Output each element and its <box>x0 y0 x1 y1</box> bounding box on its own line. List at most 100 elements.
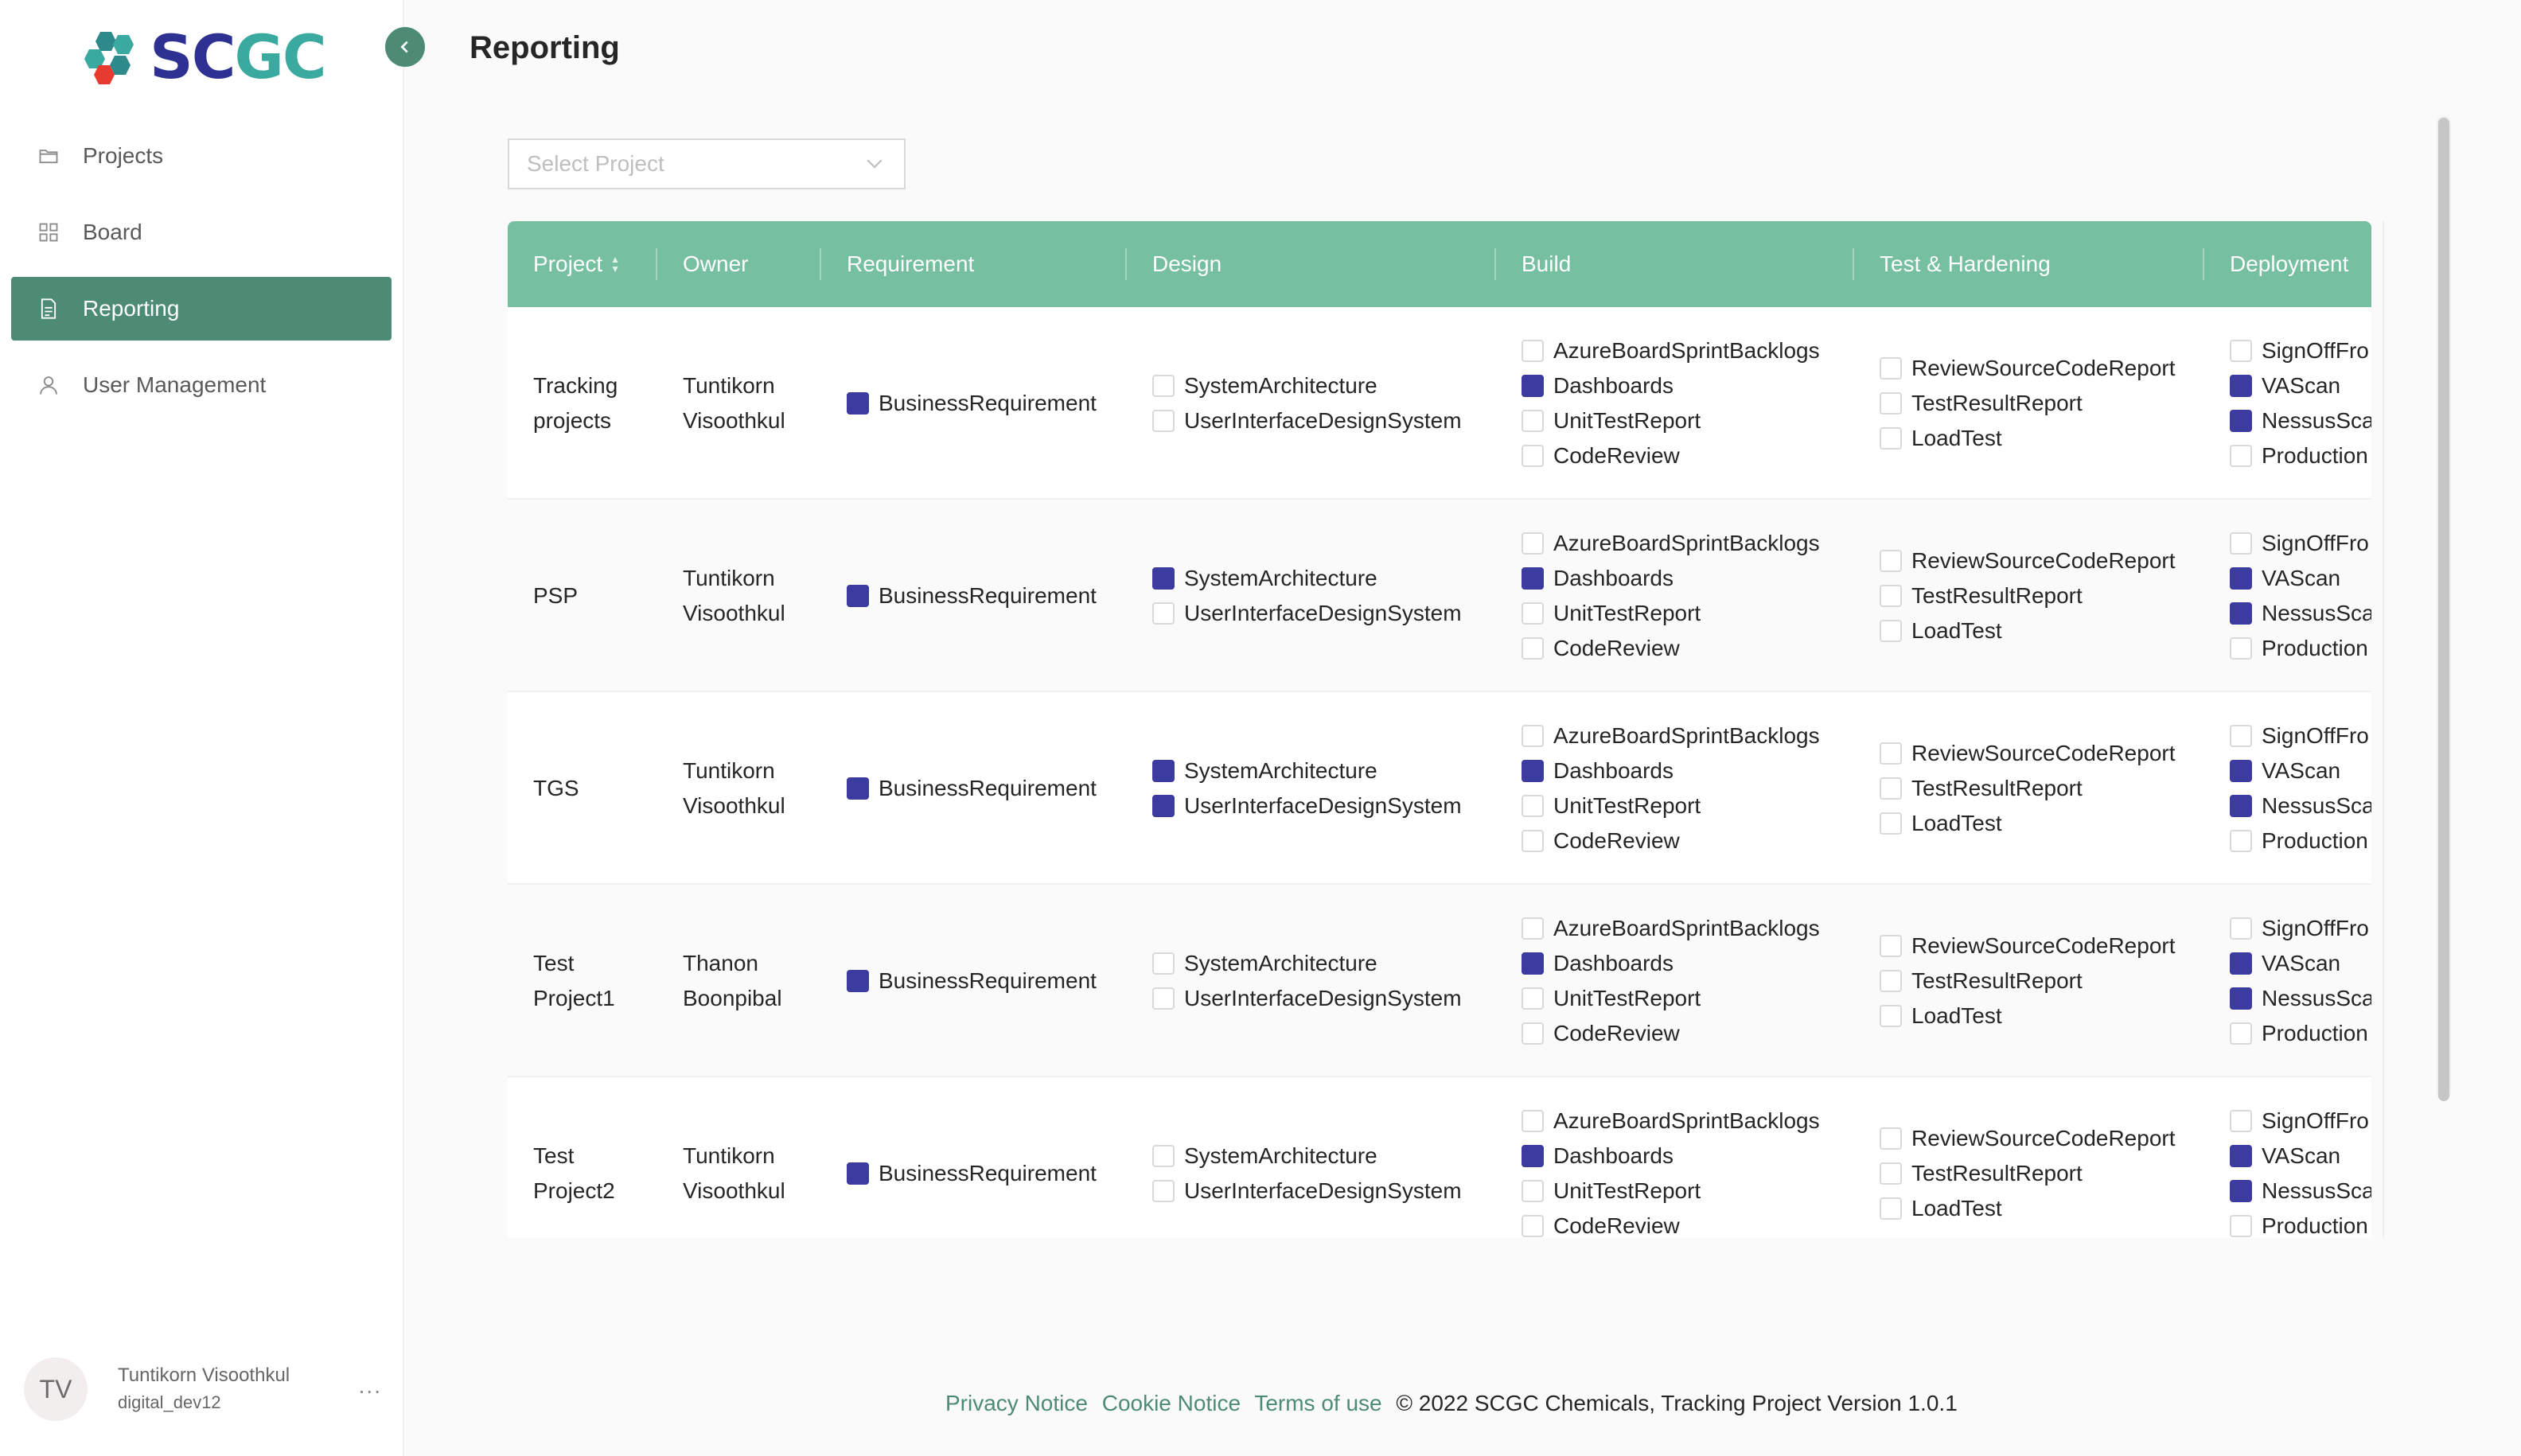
checkbox-unchecked[interactable] <box>1880 585 1902 607</box>
checkbox-checked[interactable] <box>2230 410 2252 432</box>
checkbox-item[interactable]: NessusSca <box>2230 596 2371 631</box>
checkbox-item[interactable]: TestResultReport <box>1880 964 2214 999</box>
checkbox-item[interactable]: TestResultReport <box>1880 771 2214 806</box>
checkbox-item[interactable]: AzureBoardSprintBacklogs <box>1522 911 1856 946</box>
sidebar-item-user-management[interactable]: User Management <box>11 353 392 417</box>
checkbox-item[interactable]: SystemArchitecture <box>1152 368 1502 403</box>
checkbox-item[interactable]: VAScan <box>2230 561 2371 596</box>
checkbox-unchecked[interactable] <box>1880 970 1902 992</box>
checkbox-item[interactable]: SystemArchitecture <box>1152 753 1502 788</box>
checkbox-unchecked[interactable] <box>1522 987 1544 1010</box>
checkbox-unchecked[interactable] <box>1522 917 1544 940</box>
checkbox-item[interactable]: CodeReview <box>1522 631 1856 666</box>
terms-of-use-link[interactable]: Terms of use <box>1254 1391 1381 1415</box>
checkbox-item[interactable]: UnitTestReport <box>1522 596 1856 631</box>
checkbox-checked[interactable] <box>847 392 869 415</box>
checkbox-item[interactable]: UserInterfaceDesignSystem <box>1152 596 1502 631</box>
checkbox-item[interactable]: CodeReview <box>1522 823 1856 858</box>
checkbox-item[interactable]: Dashboards <box>1522 561 1856 596</box>
checkbox-checked[interactable] <box>1522 1145 1544 1167</box>
checkbox-unchecked[interactable] <box>2230 917 2252 940</box>
checkbox-unchecked[interactable] <box>1522 1022 1544 1045</box>
checkbox-checked[interactable] <box>2230 375 2252 397</box>
checkbox-item[interactable]: UserInterfaceDesignSystem <box>1152 1174 1502 1209</box>
checkbox-unchecked[interactable] <box>1522 340 1544 362</box>
checkbox-unchecked[interactable] <box>2230 532 2252 555</box>
checkbox-item[interactable]: Production <box>2230 1016 2371 1051</box>
checkbox-item[interactable]: TestResultReport <box>1880 1156 2214 1191</box>
checkbox-item[interactable]: BusinessRequirement <box>847 578 1133 613</box>
checkbox-unchecked[interactable] <box>1880 620 1902 642</box>
checkbox-checked[interactable] <box>2230 1145 2252 1167</box>
checkbox-checked[interactable] <box>1522 375 1544 397</box>
checkbox-item[interactable]: VAScan <box>2230 368 2371 403</box>
checkbox-checked[interactable] <box>1522 952 1544 975</box>
checkbox-item[interactable]: SystemArchitecture <box>1152 1139 1502 1174</box>
checkbox-checked[interactable] <box>1152 795 1175 817</box>
checkbox-item[interactable]: Dashboards <box>1522 1139 1856 1174</box>
checkbox-checked[interactable] <box>1152 567 1175 590</box>
checkbox-item[interactable]: LoadTest <box>1880 421 2214 456</box>
checkbox-item[interactable]: TestResultReport <box>1880 578 2214 613</box>
checkbox-item[interactable]: UserInterfaceDesignSystem <box>1152 981 1502 1016</box>
checkbox-unchecked[interactable] <box>1152 410 1175 432</box>
checkbox-item[interactable]: NessusSca <box>2230 788 2371 823</box>
checkbox-item[interactable]: NessusSca <box>2230 981 2371 1016</box>
checkbox-unchecked[interactable] <box>2230 1110 2252 1132</box>
checkbox-unchecked[interactable] <box>1522 795 1544 817</box>
checkbox-checked[interactable] <box>1522 567 1544 590</box>
checkbox-unchecked[interactable] <box>1522 725 1544 747</box>
checkbox-item[interactable]: CodeReview <box>1522 1209 1856 1238</box>
checkbox-item[interactable]: NessusSca <box>2230 403 2371 438</box>
checkbox-unchecked[interactable] <box>1880 550 1902 572</box>
scgc-logo[interactable]: SCGC <box>83 27 327 88</box>
checkbox-item[interactable]: SignOffFro <box>2230 526 2371 561</box>
checkbox-unchecked[interactable] <box>1880 935 1902 957</box>
checkbox-unchecked[interactable] <box>1880 1162 1902 1185</box>
checkbox-unchecked[interactable] <box>1152 375 1175 397</box>
checkbox-checked[interactable] <box>2230 987 2252 1010</box>
checkbox-item[interactable]: UnitTestReport <box>1522 1174 1856 1209</box>
checkbox-unchecked[interactable] <box>1522 410 1544 432</box>
checkbox-checked[interactable] <box>2230 567 2252 590</box>
checkbox-unchecked[interactable] <box>1880 392 1902 415</box>
checkbox-checked[interactable] <box>2230 952 2252 975</box>
checkbox-item[interactable]: Dashboards <box>1522 753 1856 788</box>
checkbox-item[interactable]: LoadTest <box>1880 1191 2214 1226</box>
checkbox-unchecked[interactable] <box>1880 1127 1902 1150</box>
checkbox-unchecked[interactable] <box>2230 830 2252 852</box>
checkbox-unchecked[interactable] <box>1522 1180 1544 1202</box>
checkbox-item[interactable]: ReviewSourceCodeReport <box>1880 351 2214 386</box>
checkbox-item[interactable]: SignOffFro <box>2230 333 2371 368</box>
checkbox-unchecked[interactable] <box>1152 602 1175 625</box>
checkbox-item[interactable]: CodeReview <box>1522 1016 1856 1051</box>
checkbox-item[interactable]: TestResultReport <box>1880 386 2214 421</box>
checkbox-checked[interactable] <box>2230 602 2252 625</box>
checkbox-unchecked[interactable] <box>1880 777 1902 800</box>
checkbox-item[interactable]: Dashboards <box>1522 368 1856 403</box>
checkbox-item[interactable]: LoadTest <box>1880 806 2214 841</box>
privacy-notice-link[interactable]: Privacy Notice <box>945 1391 1088 1415</box>
checkbox-item[interactable]: ReviewSourceCodeReport <box>1880 928 2214 964</box>
sidebar-item-projects[interactable]: Projects <box>11 124 392 188</box>
checkbox-item[interactable]: AzureBoardSprintBacklogs <box>1522 526 1856 561</box>
checkbox-unchecked[interactable] <box>1522 445 1544 467</box>
checkbox-item[interactable]: VAScan <box>2230 946 2371 981</box>
checkbox-unchecked[interactable] <box>1522 1215 1544 1237</box>
checkbox-checked[interactable] <box>847 585 869 607</box>
checkbox-unchecked[interactable] <box>2230 637 2252 660</box>
checkbox-item[interactable]: BusinessRequirement <box>847 1156 1133 1191</box>
checkbox-unchecked[interactable] <box>1880 812 1902 835</box>
checkbox-item[interactable]: NessusSca <box>2230 1174 2371 1209</box>
checkbox-item[interactable]: SignOffFro <box>2230 1104 2371 1139</box>
cookie-notice-link[interactable]: Cookie Notice <box>1102 1391 1241 1415</box>
sidebar-item-board[interactable]: Board <box>11 200 392 264</box>
checkbox-item[interactable]: UserInterfaceDesignSystem <box>1152 788 1502 823</box>
select-project-dropdown[interactable]: Select Project <box>508 138 906 189</box>
checkbox-unchecked[interactable] <box>2230 1022 2252 1045</box>
checkbox-checked[interactable] <box>847 777 869 800</box>
checkbox-unchecked[interactable] <box>2230 725 2252 747</box>
checkbox-item[interactable]: UserInterfaceDesignSystem <box>1152 403 1502 438</box>
checkbox-item[interactable]: UnitTestReport <box>1522 788 1856 823</box>
checkbox-unchecked[interactable] <box>1522 830 1544 852</box>
